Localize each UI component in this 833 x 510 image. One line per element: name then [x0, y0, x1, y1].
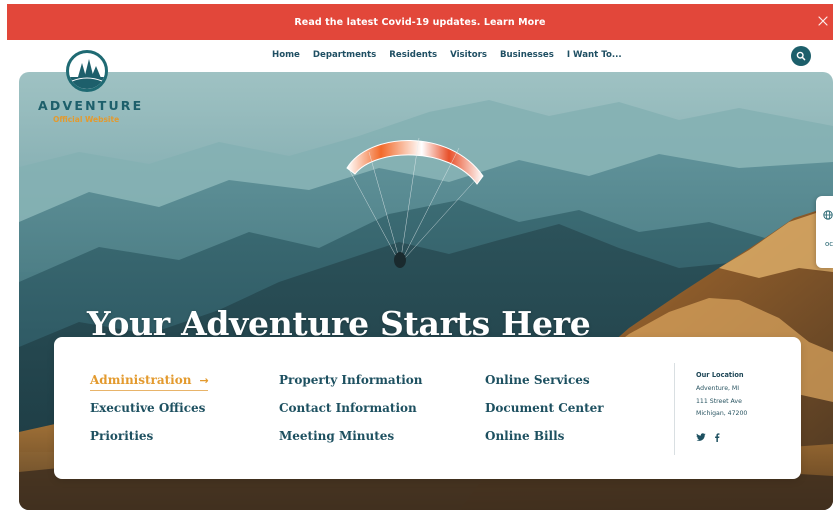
site-logo[interactable]: ADVENTURE Official Website [38, 50, 141, 130]
translate-widget[interactable]: oc [816, 196, 833, 268]
alert-text[interactable]: Read the latest Covid-19 updates. Learn … [294, 17, 545, 28]
nav-item-businesses[interactable]: Businesses [500, 50, 554, 60]
location-line: Michigan, 47200 [696, 410, 748, 417]
location-line: 111 Street Ave [696, 397, 742, 405]
search-icon [796, 51, 806, 61]
logo-name: ADVENTURE [38, 98, 144, 113]
link-document-center[interactable]: Document Center [485, 400, 604, 428]
nav-item-visitors[interactable]: Visitors [450, 50, 487, 60]
nav-item-i-want-to[interactable]: I Want To... [567, 50, 622, 60]
widget-mark: oc [825, 240, 833, 248]
link-meeting-minutes[interactable]: Meeting Minutes [279, 428, 423, 456]
globe-icon [823, 210, 833, 220]
quick-links-column-2: Property Information Contact Information… [279, 372, 423, 456]
social-links [696, 433, 720, 442]
link-online-services[interactable]: Online Services [485, 372, 604, 400]
quick-links-card: Administration → Executive Offices Priori… [54, 337, 801, 479]
pine-trees-icon [66, 50, 108, 92]
link-contact-information[interactable]: Contact Information [279, 400, 423, 428]
location-block: Our Location Adventure, MI 111 Street Av… [696, 371, 747, 421]
link-property-information[interactable]: Property Information [279, 372, 423, 400]
link-executive-offices[interactable]: Executive Offices [90, 400, 209, 428]
link-priorities[interactable]: Priorities [90, 428, 209, 456]
arrow-right-icon: → [199, 374, 209, 387]
quick-links-column-1: Administration → Executive Offices Priori… [90, 372, 209, 456]
link-administration[interactable]: Administration → [90, 372, 209, 400]
facebook-icon[interactable] [714, 433, 720, 442]
link-administration-label: Administration [90, 373, 192, 387]
nav-item-home[interactable]: Home [272, 50, 300, 60]
location-line: Adventure, MI [696, 385, 740, 392]
location-title: Our Location [696, 371, 744, 379]
twitter-icon[interactable] [696, 433, 706, 442]
nav-item-departments[interactable]: Departments [313, 50, 376, 60]
link-online-bills[interactable]: Online Bills [485, 428, 604, 456]
logo-subtitle: Official Website [53, 115, 120, 124]
search-button[interactable] [791, 46, 811, 66]
nav-item-residents[interactable]: Residents [389, 50, 437, 60]
main-navigation: Home Departments Residents Visitors Busi… [272, 50, 622, 60]
covid-alert-banner[interactable]: Read the latest Covid-19 updates. Learn … [7, 4, 833, 40]
card-divider [674, 363, 675, 455]
close-icon[interactable] [815, 13, 831, 29]
active-underline [90, 390, 208, 391]
quick-links-column-3: Online Services Document Center Online B… [485, 372, 604, 456]
